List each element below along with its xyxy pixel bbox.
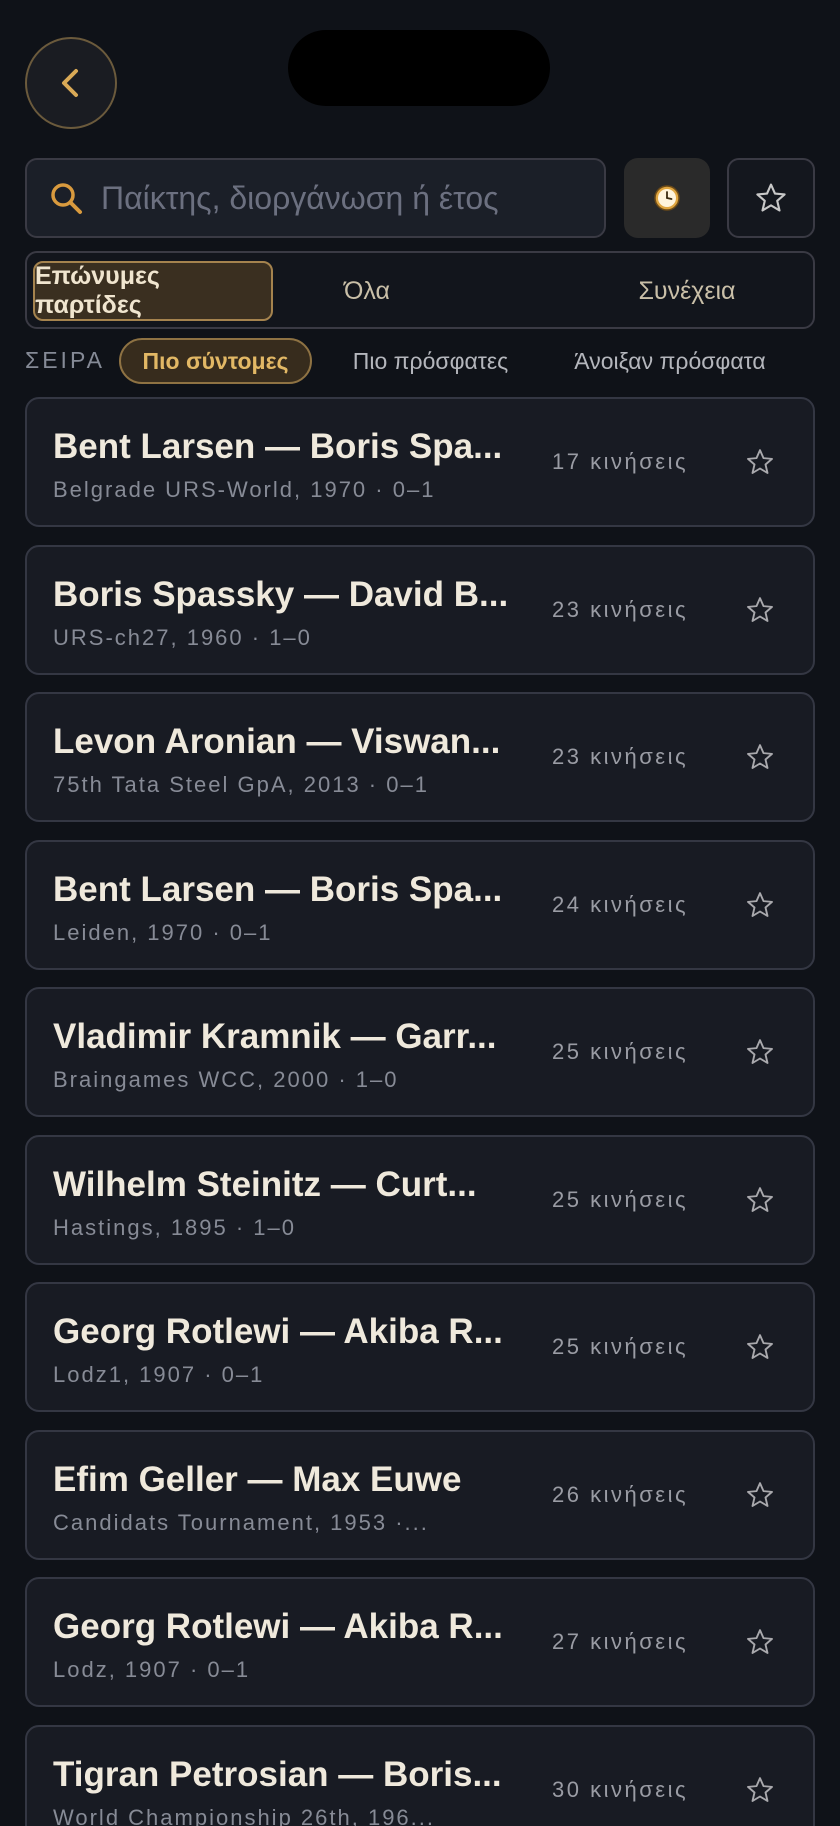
category-tabs: Επώνυμες παρτίδες Όλα Συνέχεια	[25, 251, 815, 329]
game-card[interactable]: Georg Rotlewi — Akiba R... Lodz, 1907 · 0…	[25, 1577, 815, 1707]
favorite-star-icon[interactable]	[742, 444, 778, 480]
sort-recently-opened[interactable]: Άνοιξαν πρόσφατα	[560, 338, 780, 384]
chevron-left-icon	[62, 69, 78, 97]
game-move-count: 23 κινήσεις	[552, 744, 689, 769]
game-subtitle: Braingames WCC, 2000 · 1–0	[53, 1067, 399, 1092]
game-move-count: 24 κινήσεις	[552, 891, 689, 917]
game-card[interactable]: Bent Larsen — Boris Spa... Leiden, 1970 ·…	[25, 839, 815, 970]
favorite-star-icon[interactable]	[742, 887, 778, 923]
game-title: Bent Larsen — Boris Spa...	[53, 427, 503, 466]
game-subtitle: Lodz, 1907 · 0–1	[53, 1657, 251, 1682]
game-title: Vladimir Kramnik — Garr...	[53, 1017, 497, 1056]
game-card[interactable]: Georg Rotlewi — Akiba R... Lodz1, 1907 · …	[25, 1282, 815, 1412]
sort-label: ΣΕΙΡΑ	[25, 347, 105, 373]
history-button[interactable]	[624, 158, 710, 238]
search-icon	[51, 183, 82, 214]
game-title: Georg Rotlewi — Akiba R...	[53, 1312, 503, 1351]
sort-row: ΣΕΙΡΑ Πιο σύντομες Πιο πρόσφατες Άνοιξαν…	[0, 338, 840, 384]
favorite-star-icon[interactable]	[742, 1624, 778, 1660]
game-subtitle: URS-ch27, 1960 · 1–0	[53, 624, 312, 650]
game-move-count: 26 κινήσεις	[552, 1481, 689, 1507]
game-title: Efim Geller — Max Euwe	[53, 1459, 462, 1499]
device-notch	[288, 30, 550, 106]
clock-icon	[654, 185, 680, 211]
game-subtitle: Candidats Tournament, 1953 ·...	[53, 1509, 429, 1535]
game-move-count: 25 κινήσεις	[552, 1039, 689, 1064]
favorite-star-icon[interactable]	[742, 1329, 778, 1365]
game-subtitle: Leiden, 1970 · 0–1	[53, 919, 273, 945]
sort-newest[interactable]: Πιο πρόσφατες	[338, 338, 523, 384]
search-input[interactable]	[101, 179, 581, 217]
game-card[interactable]: Bent Larsen — Boris Spa... Belgrade URS-W…	[25, 397, 815, 527]
game-move-count: 17 κινήσεις	[552, 449, 689, 474]
game-subtitle: 75th Tata Steel GpA, 2013 · 0–1	[53, 772, 429, 797]
game-move-count: 25 κινήσεις	[552, 1186, 689, 1212]
tab-continue[interactable]: Συνέχεια	[587, 261, 787, 321]
game-card[interactable]: Tigran Petrosian — Boris... World Champio…	[25, 1724, 815, 1826]
game-move-count: 30 κινήσεις	[552, 1776, 689, 1802]
favorite-star-icon[interactable]	[742, 739, 778, 775]
game-move-count: 23 κινήσεις	[552, 596, 689, 622]
game-title: Bent Larsen — Boris Spa...	[53, 869, 503, 909]
favorite-star-icon[interactable]	[742, 1034, 778, 1070]
search-bar[interactable]	[25, 158, 606, 238]
game-title: Georg Rotlewi — Akiba R...	[53, 1607, 503, 1646]
game-subtitle: Lodz1, 1907 · 0–1	[53, 1362, 265, 1387]
game-card[interactable]: Efim Geller — Max Euwe Candidats Tourname…	[25, 1429, 815, 1560]
favorite-star-icon[interactable]	[742, 1182, 778, 1218]
game-subtitle: World Championship 26th, 196...	[53, 1804, 435, 1826]
back-button[interactable]	[25, 37, 117, 129]
favorite-star-icon[interactable]	[742, 1772, 778, 1808]
game-subtitle: Hastings, 1895 · 1–0	[53, 1214, 297, 1240]
sort-shortest[interactable]: Πιο σύντομες	[119, 338, 312, 384]
game-card[interactable]: Wilhelm Steinitz — Curt... Hastings, 1895…	[25, 1134, 815, 1265]
favorite-star-icon[interactable]	[742, 592, 778, 628]
game-title: Boris Spassky — David B...	[53, 574, 509, 614]
game-title: Levon Aronian — Viswan...	[53, 722, 501, 761]
game-card[interactable]: Vladimir Kramnik — Garr... Braingames WCC…	[25, 987, 815, 1117]
tab-all[interactable]: Όλα	[307, 261, 427, 321]
game-move-count: 27 κινήσεις	[552, 1629, 689, 1654]
game-title: Tigran Petrosian — Boris...	[53, 1754, 502, 1794]
favorites-filter-button[interactable]	[727, 158, 815, 238]
game-card[interactable]: Boris Spassky — David B... URS-ch27, 1960…	[25, 544, 815, 675]
game-subtitle: Belgrade URS-World, 1970 · 0–1	[53, 477, 436, 502]
game-card[interactable]: Levon Aronian — Viswan... 75th Tata Steel…	[25, 692, 815, 822]
game-move-count: 25 κινήσεις	[552, 1334, 689, 1359]
favorite-star-icon[interactable]	[742, 1477, 778, 1513]
tab-named-games[interactable]: Επώνυμες παρτίδες	[33, 261, 273, 321]
star-icon	[756, 183, 786, 212]
game-title: Wilhelm Steinitz — Curt...	[53, 1164, 477, 1204]
